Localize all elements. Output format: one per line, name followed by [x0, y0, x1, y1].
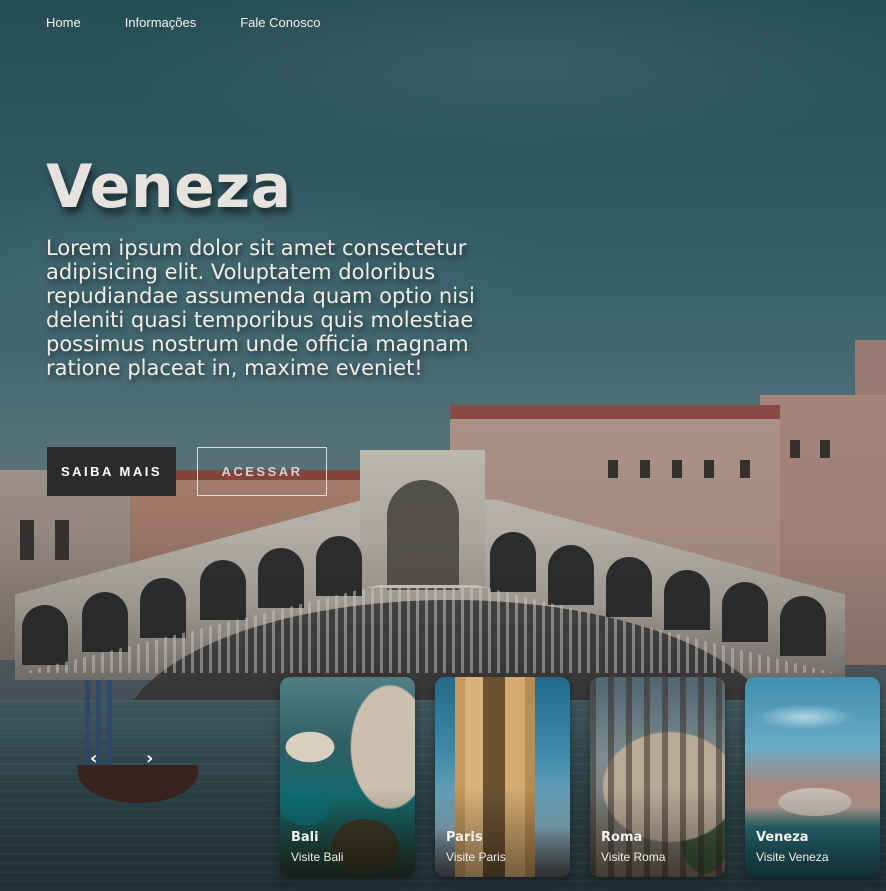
saiba-mais-button[interactable]: SAIBA MAIS	[47, 447, 176, 496]
chevron-right-icon[interactable]: ›	[146, 750, 153, 768]
card-subtitle: Visite Veneza	[756, 850, 829, 864]
card-title: Bali	[291, 830, 319, 845]
card-subtitle: Visite Bali	[291, 850, 344, 864]
acessar-button[interactable]: ACESSAR	[197, 447, 327, 496]
chevron-left-icon[interactable]: ‹	[90, 750, 97, 768]
card-bali[interactable]: Bali Visite Bali	[280, 677, 415, 877]
card-subtitle: Visite Roma	[601, 850, 666, 864]
card-title: Roma	[601, 830, 643, 845]
main-nav: Home Informações Fale Conosco	[46, 15, 364, 31]
hero-title: Veneza	[46, 152, 292, 222]
card-paris[interactable]: Paris Visite Paris	[435, 677, 570, 877]
nav-informacoes-link[interactable]: Informações	[125, 15, 197, 31]
hero-description: Lorem ipsum dolor sit amet consectetur a…	[46, 236, 475, 380]
nav-home-link[interactable]: Home	[46, 15, 81, 31]
card-veneza[interactable]: Veneza Visite Veneza	[745, 677, 880, 877]
card-title: Veneza	[756, 830, 809, 845]
card-subtitle: Visite Paris	[446, 850, 506, 864]
card-title: Paris	[446, 830, 483, 845]
card-roma[interactable]: Roma Visite Roma	[590, 677, 725, 877]
nav-fale-conosco-link[interactable]: Fale Conosco	[240, 15, 320, 31]
